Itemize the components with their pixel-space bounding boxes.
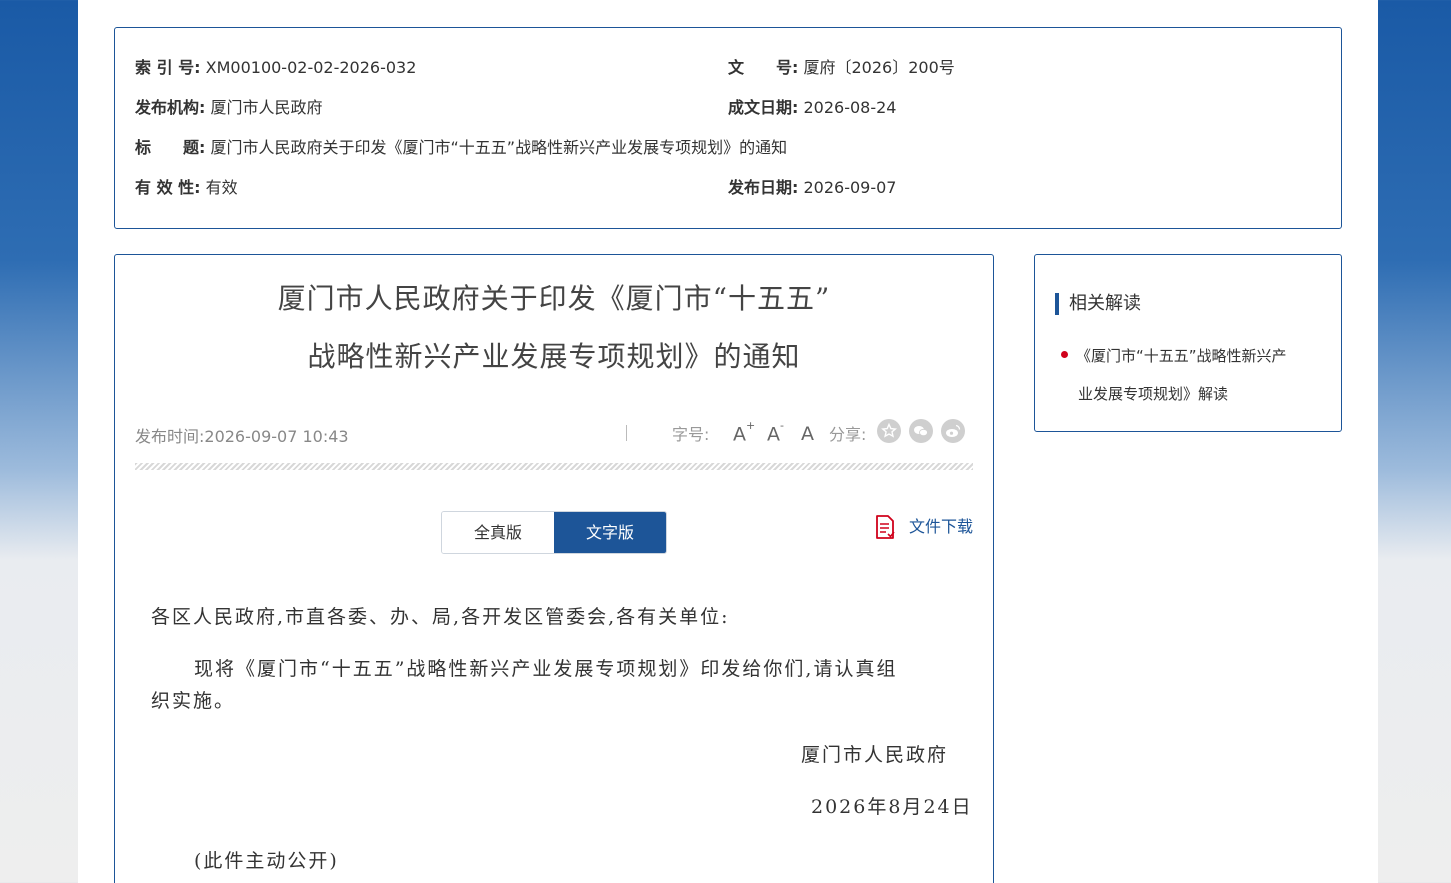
title-label: 标 题: (135, 138, 206, 157)
font-small-button[interactable]: A- (767, 419, 784, 445)
tab-text-version[interactable]: 文字版 (554, 512, 666, 553)
document-number-label: 文 号: (728, 58, 799, 77)
validity-label: 有 效 性: (135, 178, 201, 197)
publish-date-label: 发布日期: (728, 178, 799, 197)
validity-value: 有效 (205, 178, 238, 197)
issuing-org-value: 厦门市人民政府 (210, 98, 323, 117)
font-size-label: 字号: (672, 425, 710, 444)
related-interpretation-link[interactable]: 《厦门市“十五五”战略性新兴产 业发展专项规划》解读 (1076, 337, 1328, 413)
font-default-button[interactable]: A (801, 423, 814, 445)
salutation: 各区人民政府,市直各委、办、局,各开发区管委会,各有关单位: (151, 606, 730, 628)
related-link-line-2: 业发展专项规划》解读 (1078, 385, 1229, 403)
document-download-icon[interactable] (875, 515, 895, 539)
document-info-panel: 索 引 号: XM00100-02-02-2026-032 文 号: 厦府〔20… (114, 27, 1342, 229)
index-number-value: XM00100-02-02-2026-032 (205, 58, 417, 77)
public-note: (此件主动公开) (194, 850, 339, 872)
bullet-icon (1061, 351, 1068, 358)
document-number-value: 厦府〔2026〕200号 (803, 58, 955, 77)
date-written-value: 2026-08-24 (803, 98, 897, 117)
version-tabs: 全真版 文字版 (441, 511, 667, 554)
tab-full-version[interactable]: 全真版 (442, 512, 554, 553)
signature: 厦门市人民政府 (801, 744, 949, 766)
sign-date: 2026年8月24日 (811, 796, 973, 818)
share-label: 分享: (829, 425, 867, 444)
title-row: 标 题: 厦门市人民政府关于印发《厦门市“十五五”战略性新兴产业发展专项规划》的… (135, 138, 787, 158)
weibo-icon[interactable] (941, 419, 965, 443)
article-panel: 厦门市人民政府关于印发《厦门市“十五五” 战略性新兴产业发展专项规划》的通知 发… (114, 254, 994, 883)
file-download-link[interactable]: 文件下载 (909, 513, 973, 537)
publish-date-value: 2026-09-07 (803, 178, 897, 197)
related-interpretation-panel: 相关解读 《厦门市“十五五”战略性新兴产 业发展专项规划》解读 (1034, 254, 1342, 432)
hatched-divider (135, 463, 973, 470)
article-title-line-1: 厦门市人民政府关于印发《厦门市“十五五” (277, 282, 831, 315)
date-written-label: 成文日期: (728, 98, 799, 117)
issuing-org-label: 发布机构: (135, 98, 206, 117)
favorite-icon[interactable] (877, 419, 901, 443)
date-written-row: 成文日期: 2026-08-24 (728, 98, 896, 118)
related-title: 相关解读 (1055, 293, 1141, 315)
document-number-row: 文 号: 厦府〔2026〕200号 (728, 58, 955, 78)
page-container: 索 引 号: XM00100-02-02-2026-032 文 号: 厦府〔20… (78, 0, 1378, 883)
publish-date-row: 发布日期: 2026-09-07 (728, 178, 896, 198)
paragraph-line-1: 现将《厦门市“十五五”战略性新兴产业发展专项规划》印发给你们,请认真组 (194, 658, 898, 680)
publish-time: 发布时间:2026-09-07 10:43 (135, 427, 349, 446)
paragraph-line-2: 织实施。 (151, 690, 236, 712)
validity-row: 有 效 性: 有效 (135, 178, 238, 198)
issuing-org-row: 发布机构: 厦门市人民政府 (135, 98, 323, 118)
meta-divider (626, 425, 627, 441)
index-number-label: 索 引 号: (135, 58, 201, 77)
font-large-button[interactable]: A+ (733, 419, 755, 445)
article-title-line-2: 战略性新兴产业发展专项规划》的通知 (307, 340, 801, 373)
title-value: 厦门市人民政府关于印发《厦门市“十五五”战略性新兴产业发展专项规划》的通知 (210, 138, 788, 157)
index-number-row: 索 引 号: XM00100-02-02-2026-032 (135, 58, 416, 78)
wechat-icon[interactable] (909, 419, 933, 443)
related-link-line-1: 《厦门市“十五五”战略性新兴产 (1076, 347, 1287, 365)
